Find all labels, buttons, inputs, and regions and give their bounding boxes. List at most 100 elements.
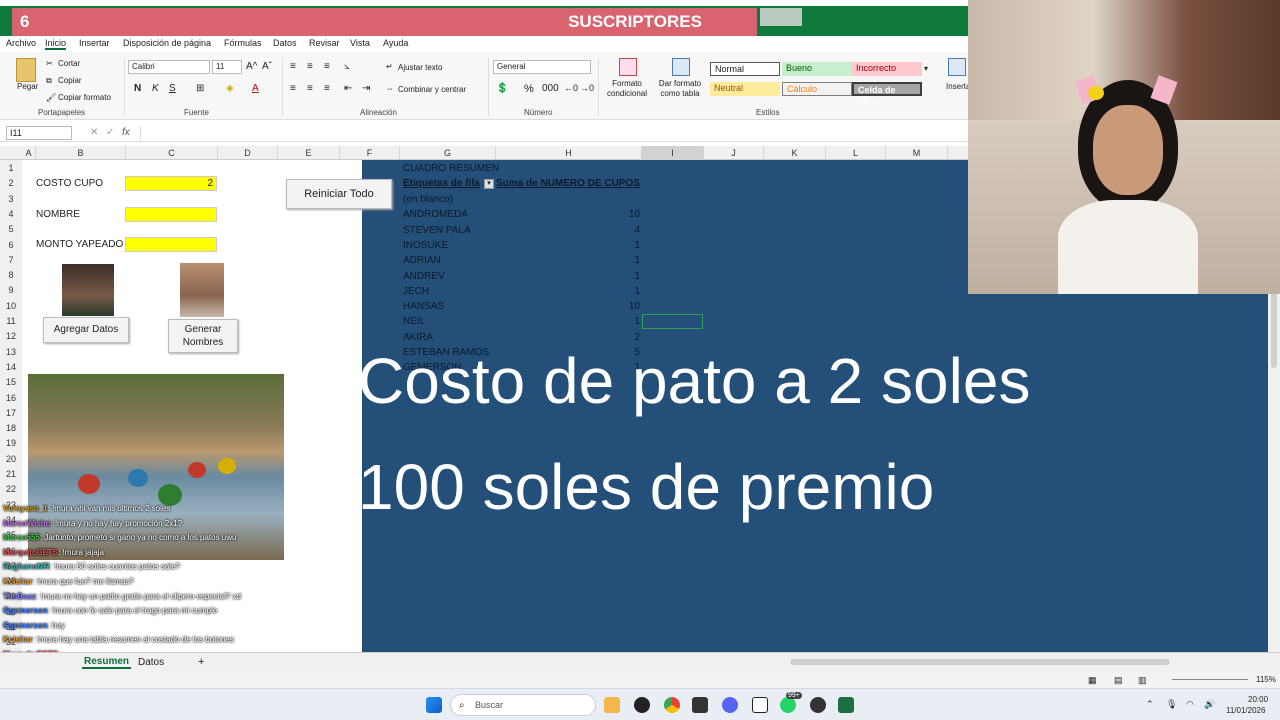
merge-center-button[interactable]: Combinar y centrar: [398, 85, 466, 94]
clock-time[interactable]: 20:00: [1248, 695, 1268, 704]
col-header[interactable]: D: [218, 146, 278, 160]
align-middle-icon[interactable]: ≡: [307, 61, 313, 72]
decrease-decimal-icon[interactable]: →0: [580, 83, 594, 93]
capcut-icon[interactable]: [692, 697, 708, 713]
pivot-row-name[interactable]: INOSUKE: [403, 240, 448, 251]
whatsapp-icon[interactable]: [780, 697, 796, 713]
row-header[interactable]: 20: [0, 454, 22, 464]
pivot-row-name[interactable]: JECH: [403, 286, 429, 297]
font-size-select[interactable]: 11: [212, 60, 242, 74]
col-header[interactable]: J: [704, 146, 764, 160]
pivot-row-value[interactable]: 4: [610, 225, 640, 236]
row-header[interactable]: 9: [0, 285, 22, 295]
pivot-row-name[interactable]: ADRIAN: [403, 255, 441, 266]
row-header[interactable]: 1: [0, 163, 22, 173]
row-header[interactable]: 8: [0, 270, 22, 280]
row-header[interactable]: 21: [0, 469, 22, 479]
row-header[interactable]: 6: [0, 240, 22, 250]
menu-datos[interactable]: Datos: [273, 38, 297, 48]
percent-icon[interactable]: %: [524, 83, 534, 95]
italic-icon[interactable]: K: [152, 83, 159, 94]
row-header[interactable]: 18: [0, 423, 22, 433]
align-top-icon[interactable]: ≡: [290, 61, 296, 72]
excel-icon[interactable]: [838, 697, 854, 713]
menu-revisar[interactable]: Revisar: [309, 38, 340, 48]
horizontal-scrollbar[interactable]: [790, 659, 1170, 665]
notion-icon[interactable]: [752, 697, 768, 713]
row-header[interactable]: 22: [0, 484, 22, 494]
row-header[interactable]: 4: [0, 209, 22, 219]
col-header[interactable]: B: [36, 146, 126, 160]
font-name-select[interactable]: Calibri: [128, 60, 210, 74]
menu-ayuda[interactable]: Ayuda: [383, 38, 408, 48]
increase-decimal-icon[interactable]: ←0: [564, 83, 578, 93]
wifi-icon[interactable]: ◠: [1186, 699, 1194, 710]
start-icon[interactable]: [426, 697, 442, 713]
menu-inicio[interactable]: Inicio: [45, 38, 67, 50]
increase-indent-icon[interactable]: ⇥: [362, 83, 370, 94]
format-table-icon[interactable]: [672, 58, 690, 76]
style-neutral[interactable]: Neutral: [710, 82, 780, 96]
row-header[interactable]: 2: [0, 178, 22, 188]
fill-color-icon[interactable]: ◈: [226, 83, 234, 94]
pivot-row-value[interactable]: 1: [610, 316, 640, 327]
col-header[interactable]: M: [886, 146, 948, 160]
clock-date[interactable]: 11/01/2026: [1226, 706, 1265, 715]
copy-button[interactable]: Copiar: [58, 76, 82, 85]
borders-icon[interactable]: ⊞: [196, 83, 204, 94]
copy-icon[interactable]: ⧉: [46, 76, 52, 86]
add-sheet-button[interactable]: +: [198, 656, 204, 668]
row-header[interactable]: 15: [0, 377, 22, 387]
discord-icon[interactable]: [722, 697, 738, 713]
thousands-icon[interactable]: 000: [542, 83, 559, 94]
row-header[interactable]: 3: [0, 194, 22, 204]
pivot-row-name[interactable]: AKIRA: [403, 332, 433, 343]
pivot-row-name[interactable]: NEIL: [403, 316, 425, 327]
file-explorer-icon[interactable]: [604, 697, 620, 713]
tab-resumen[interactable]: Resumen: [82, 656, 132, 669]
pivot-row-name[interactable]: ANDROMEDA: [403, 209, 468, 220]
row-header[interactable]: 13: [0, 347, 22, 357]
menu-formulas[interactable]: Fórmulas: [224, 38, 262, 48]
underline-icon[interactable]: S: [169, 83, 176, 94]
pivot-row-value[interactable]: 1: [610, 286, 640, 297]
zoom-slider[interactable]: [1172, 679, 1248, 680]
align-bottom-icon[interactable]: ≡: [324, 61, 330, 72]
pivot-row-name[interactable]: ANDREV: [403, 271, 445, 282]
col-header[interactable]: F: [340, 146, 400, 160]
style-celda[interactable]: Celda de co...: [852, 82, 922, 105]
col-header[interactable]: G: [400, 146, 496, 160]
col-header-selected[interactable]: I: [642, 146, 704, 160]
page-layout-icon[interactable]: ▤: [1114, 675, 1123, 686]
normal-view-icon[interactable]: ▦: [1088, 675, 1097, 686]
fx-icon[interactable]: fx: [122, 127, 130, 138]
volume-icon[interactable]: 🔊: [1204, 699, 1215, 710]
copy-format-button[interactable]: Copiar formato: [58, 93, 111, 102]
generate-names-button[interactable]: Generar Nombres: [168, 319, 238, 353]
currency-icon[interactable]: 💲: [496, 83, 508, 94]
costo-cupo-input[interactable]: 2: [125, 176, 217, 191]
orientation-icon[interactable]: ⦣: [344, 61, 350, 72]
pivot-row-value[interactable]: 1: [610, 240, 640, 251]
menu-insertar[interactable]: Insertar: [79, 38, 110, 48]
cut-button[interactable]: Cortar: [58, 59, 80, 68]
name-box[interactable]: I11: [6, 126, 72, 140]
col-header[interactable]: K: [764, 146, 826, 160]
pivot-row-value[interactable]: 2: [610, 332, 640, 343]
format-painter-icon[interactable]: 🖌: [46, 93, 56, 102]
page-break-icon[interactable]: ▥: [1138, 675, 1147, 686]
menu-vista[interactable]: Vista: [350, 38, 370, 48]
nombre-input[interactable]: [125, 207, 217, 222]
enter-icon[interactable]: ✓: [106, 127, 114, 138]
row-header[interactable]: 17: [0, 408, 22, 418]
align-right-icon[interactable]: ≡: [324, 83, 330, 94]
row-header[interactable]: 16: [0, 393, 22, 403]
zoom-level[interactable]: 115%: [1256, 675, 1276, 684]
tray-chevron-icon[interactable]: ⌃: [1146, 699, 1154, 710]
chatgpt-icon[interactable]: [634, 697, 650, 713]
add-data-button[interactable]: Agregar Datos: [43, 317, 129, 343]
row-header[interactable]: 11: [0, 316, 22, 326]
pivot-row-name[interactable]: STEVEN PALA: [403, 225, 471, 236]
number-format-select[interactable]: General: [493, 60, 591, 74]
row-header[interactable]: 19: [0, 438, 22, 448]
